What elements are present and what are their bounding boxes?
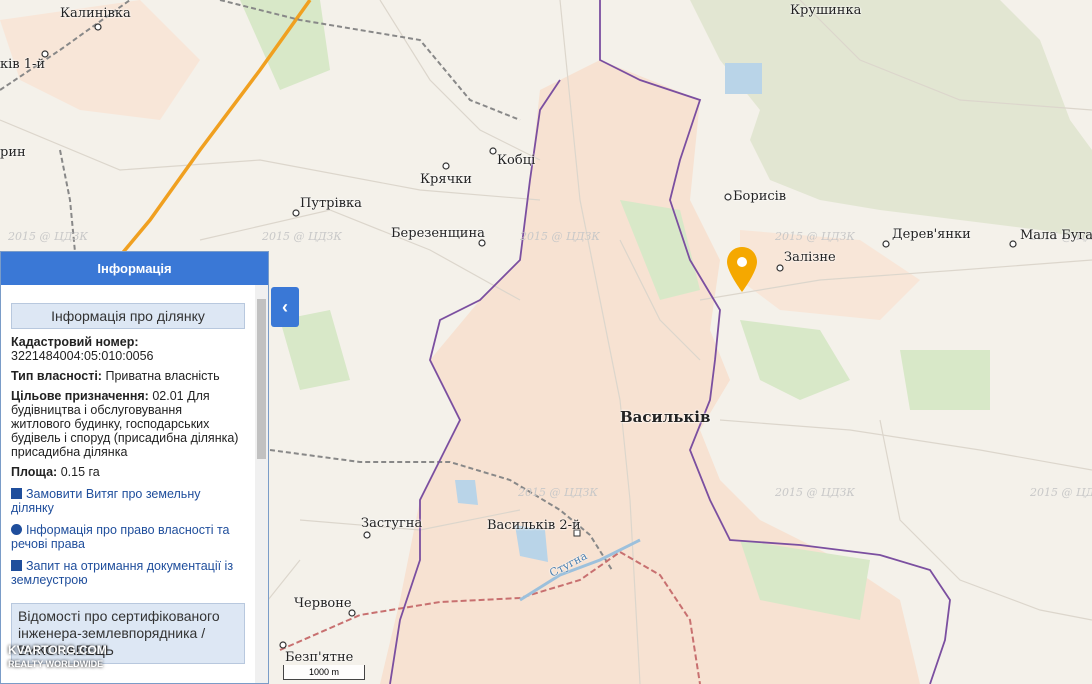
- ownership-info-link[interactable]: Інформація про право власності та речові…: [11, 523, 245, 551]
- ownership-value: Приватна власність: [105, 369, 220, 383]
- chevron-left-icon: ‹: [282, 297, 288, 317]
- watermark: 2015 @ ЦДЗК: [775, 230, 855, 243]
- lake: [725, 63, 762, 94]
- info-icon: [11, 524, 22, 535]
- place-label: рин: [0, 145, 26, 160]
- section-title: Інформація про ділянку: [11, 303, 245, 329]
- panel-body: Інформація про ділянку Кадастровий номер…: [1, 285, 255, 683]
- area-label: Площа:: [11, 465, 58, 479]
- watermark: 2015 @ ЦДЗК: [262, 230, 342, 243]
- order-extract-link[interactable]: Замовити Витяг про земельну ділянку: [11, 487, 245, 515]
- place-label: Калинівка: [60, 6, 131, 21]
- place-label: Застугна: [361, 516, 423, 531]
- panel-header: Інформація: [1, 252, 268, 285]
- place-label: Путрівка: [300, 196, 362, 211]
- watermark: 2015 @ ЦДЗК: [520, 230, 600, 243]
- scrollbar-thumb[interactable]: [257, 299, 266, 459]
- place-label: Дерев'янки: [892, 227, 971, 242]
- place-label: Безп'ятне: [285, 650, 354, 665]
- place-label: Васильків 2-й: [487, 518, 581, 533]
- place-label: Мала Буга: [1020, 228, 1092, 243]
- area-value: 0.15 га: [60, 465, 100, 479]
- place-label: Крушинка: [790, 3, 862, 18]
- cadastre-value: 3221484004:05:010:0056: [11, 349, 154, 363]
- place-label: Березенщина: [391, 226, 485, 241]
- place-label: Кобці: [497, 153, 536, 168]
- lake: [455, 480, 478, 505]
- place-label: Васильків: [620, 408, 711, 426]
- place-label: Крячки: [420, 172, 472, 187]
- watermark: 2015 @ ЦДЗК: [1030, 486, 1092, 499]
- place-label: Червоне: [294, 596, 352, 611]
- info-panel: Інформація Інформація про ділянку Кадаст…: [0, 251, 269, 684]
- document-icon: [11, 560, 22, 571]
- watermark: 2015 @ ЦДЗК: [518, 486, 598, 499]
- watermark: 2015 @ ЦДЗК: [775, 486, 855, 499]
- field: [900, 350, 990, 410]
- document-icon: [11, 488, 22, 499]
- collapse-panel-button[interactable]: ‹: [271, 287, 299, 327]
- scale-bar: 1000 m: [283, 665, 365, 680]
- watermark: 2015 @ ЦДЗК: [8, 230, 88, 243]
- panel-scrollbar[interactable]: [255, 285, 268, 683]
- purpose-label: Цільове призначення:: [11, 389, 149, 403]
- documentation-request-link[interactable]: Запит на отримання документації із земле…: [11, 559, 245, 587]
- kvartorg-logo: KVARTORG.COM REALTY WORLDWIDE: [8, 643, 107, 670]
- place-label: Борисів: [733, 189, 787, 204]
- place-label: ків 1-й: [0, 57, 46, 72]
- ownership-label: Тип власності:: [11, 369, 102, 383]
- place-label: Залізне: [784, 250, 836, 265]
- cadastre-label: Кадастровий номер:: [11, 335, 139, 349]
